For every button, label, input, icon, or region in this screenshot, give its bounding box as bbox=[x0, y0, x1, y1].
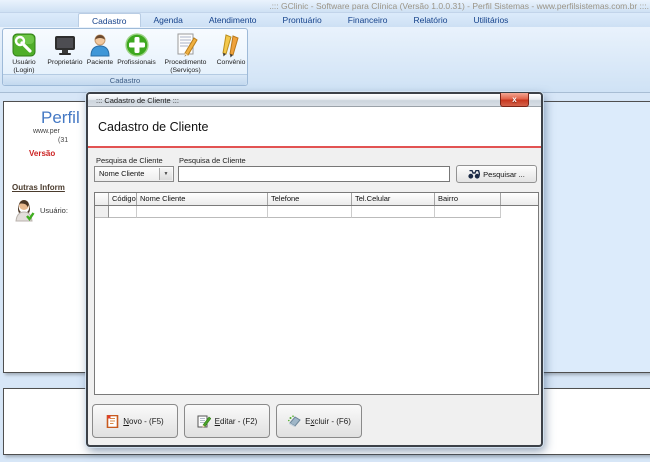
document-pencil-icon bbox=[173, 32, 199, 58]
excluir-button[interactable]: Excluir - (F6) bbox=[276, 404, 362, 438]
new-document-icon bbox=[106, 415, 119, 428]
tab-financeiro[interactable]: Financeiro bbox=[335, 13, 401, 27]
tab-prontuario[interactable]: Prontuário bbox=[270, 13, 335, 27]
column-header-bairro[interactable]: Bairro bbox=[435, 193, 501, 205]
row-cell-nome-cliente bbox=[137, 206, 268, 218]
ribbon-item-proprietario[interactable]: Proprietário bbox=[45, 31, 85, 75]
dialog-title: ::: Cadastro de Cliente ::: bbox=[88, 94, 541, 107]
clients-table[interactable]: Código Nome Cliente Telefone Tel.Celular… bbox=[94, 192, 539, 395]
monitor-icon bbox=[52, 32, 78, 58]
search-input[interactable] bbox=[178, 166, 450, 182]
table-row[interactable] bbox=[95, 206, 538, 218]
wrench-icon bbox=[11, 32, 37, 58]
tab-cadastro[interactable]: Cadastro bbox=[78, 13, 141, 27]
ribbon-item-procedimento[interactable]: Procedimento (Serviços) bbox=[158, 31, 213, 75]
ribbon: Usuário (Login) Proprietário Paciente bbox=[0, 27, 650, 93]
excluir-button-label: Excluir - (F6) bbox=[305, 417, 351, 426]
pesquisar-button-label: Pesquisar ... bbox=[483, 170, 525, 179]
table-header-row: Código Nome Cliente Telefone Tel.Celular… bbox=[95, 193, 538, 206]
user-label: Usuário: bbox=[40, 206, 68, 215]
tab-utilitarios[interactable]: Utilitários bbox=[460, 13, 521, 27]
column-header-nome-cliente[interactable]: Nome Cliente bbox=[137, 193, 268, 205]
app-titlebar: .::: GClinic - Software para Clínica (Ve… bbox=[0, 0, 650, 13]
menu-tabstrip: Cadastro Agenda Atendimento Prontuário F… bbox=[0, 13, 650, 27]
column-header-tel-celular[interactable]: Tel.Celular bbox=[352, 193, 435, 205]
search-query-label: Pesquisa de Cliente bbox=[179, 156, 246, 165]
tab-agenda[interactable]: Agenda bbox=[141, 13, 196, 27]
row-cell-codigo bbox=[109, 206, 137, 218]
ribbon-item-label: Proprietário bbox=[47, 59, 82, 67]
novo-button-label: Novo - (F5) bbox=[123, 417, 163, 426]
column-header-selector bbox=[95, 193, 109, 205]
eraser-icon bbox=[287, 415, 301, 427]
version-text: Versão bbox=[29, 149, 55, 158]
ribbon-item-profissionais[interactable]: Profissionais bbox=[115, 31, 158, 75]
dialog-heading-bar: Cadastro de Cliente bbox=[88, 107, 541, 148]
ribbon-item-label: Profissionais bbox=[117, 59, 156, 67]
editar-button-label: Editar - (F2) bbox=[215, 417, 258, 426]
binoculars-icon bbox=[468, 170, 480, 179]
plus-circle-icon bbox=[124, 32, 150, 58]
edit-notepad-icon bbox=[197, 415, 211, 428]
brand-phone: (31 bbox=[58, 137, 68, 144]
ribbon-item-label: Procedimento (Serviços) bbox=[165, 59, 207, 74]
person-icon bbox=[87, 32, 113, 58]
editar-button[interactable]: Editar - (F2) bbox=[184, 404, 270, 438]
search-filter-dropdown[interactable]: Nome Cliente ▼ bbox=[94, 166, 174, 182]
app-title: .::: GClinic - Software para Clínica (Ve… bbox=[269, 1, 650, 11]
dialog-action-buttons: Novo - (F5) Editar - (F2) Excluir - (F6) bbox=[92, 404, 362, 438]
ribbon-item-convenio[interactable]: Convênio bbox=[213, 31, 249, 75]
ribbon-group-cadastro: Usuário (Login) Proprietário Paciente bbox=[2, 28, 248, 86]
brand-logo-text: Perfil bbox=[41, 108, 80, 128]
dialog-heading: Cadastro de Cliente bbox=[98, 120, 208, 134]
pencils-icon bbox=[218, 32, 244, 58]
ribbon-item-paciente[interactable]: Paciente bbox=[85, 31, 115, 75]
ribbon-item-label: Paciente bbox=[87, 59, 113, 67]
ribbon-item-label: Convênio bbox=[217, 59, 246, 67]
row-cell-telefone bbox=[268, 206, 352, 218]
brand-website: www.per bbox=[33, 128, 60, 135]
search-filter-label: Pesquisa de Cliente bbox=[96, 156, 163, 165]
ribbon-group-label: Cadastro bbox=[3, 74, 247, 85]
tab-relatorio[interactable]: Relatório bbox=[400, 13, 460, 27]
ribbon-item-usuario-login[interactable]: Usuário (Login) bbox=[3, 31, 45, 75]
tab-atendimento[interactable]: Atendimento bbox=[196, 13, 270, 27]
column-header-telefone[interactable]: Telefone bbox=[268, 193, 352, 205]
user-avatar-icon bbox=[14, 198, 36, 222]
ribbon-item-label: Usuário (Login) bbox=[12, 59, 35, 74]
row-cell-tel-celular bbox=[352, 206, 435, 218]
row-cell-bairro bbox=[435, 206, 501, 218]
cadastro-cliente-dialog: ::: Cadastro de Cliente ::: x Cadastro d… bbox=[86, 92, 543, 447]
chevron-down-icon[interactable]: ▼ bbox=[159, 168, 172, 180]
other-info-heading: Outras Inform bbox=[12, 183, 65, 192]
row-selector-cell[interactable] bbox=[95, 206, 109, 218]
close-icon[interactable]: x bbox=[500, 93, 529, 107]
novo-button[interactable]: Novo - (F5) bbox=[92, 404, 178, 438]
pesquisar-button[interactable]: Pesquisar ... bbox=[456, 165, 537, 183]
column-header-codigo[interactable]: Código bbox=[109, 193, 137, 205]
dialog-titlebar[interactable]: ::: Cadastro de Cliente ::: x bbox=[88, 94, 541, 107]
